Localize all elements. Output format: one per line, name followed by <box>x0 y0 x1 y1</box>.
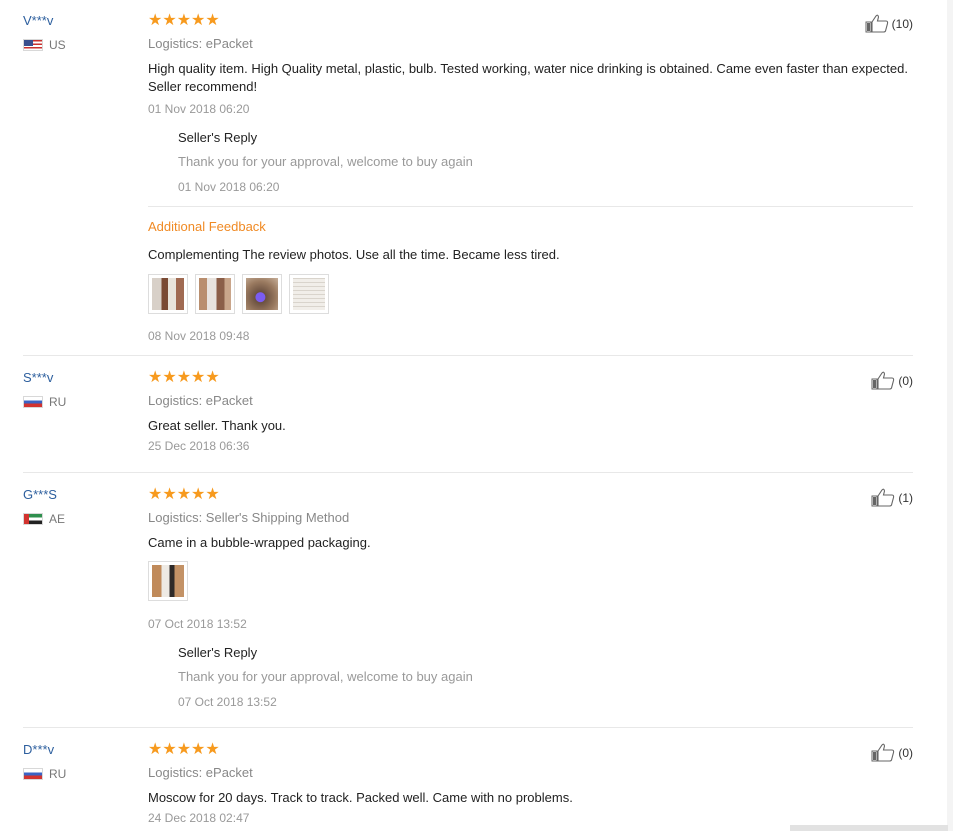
reviewer-country: RU <box>23 767 66 781</box>
logistics-label: Logistics: ePacket <box>148 393 253 408</box>
review-photo[interactable] <box>148 561 188 601</box>
star-rating: ★★★★★ <box>148 741 220 758</box>
review-date: 24 Dec 2018 02:47 <box>148 811 250 825</box>
seller-reply-date: 07 Oct 2018 13:52 <box>178 695 277 709</box>
seller-reply-title: Seller's Reply <box>178 130 258 145</box>
review-content: ★★★★★ Logistics: ePacket Moscow for 20 d… <box>148 742 913 826</box>
review-photo[interactable] <box>195 274 235 314</box>
country-code: US <box>49 38 66 52</box>
review-divider <box>23 472 913 473</box>
reviewer-country: AE <box>23 512 65 526</box>
logistics-label: Logistics: Seller's Shipping Method <box>148 510 350 525</box>
divider <box>148 206 913 207</box>
reviewer-name[interactable]: V***v <box>23 13 66 29</box>
reviewer-name[interactable]: S***v <box>23 370 66 386</box>
review-divider <box>23 355 913 356</box>
review-text: High quality item. High Quality metal, p… <box>148 61 908 94</box>
review-photo[interactable] <box>148 274 188 314</box>
reviewer-name[interactable]: G***S <box>23 487 65 503</box>
logistics-label: Logistics: ePacket <box>148 765 253 780</box>
ru-flag-icon <box>23 396 43 408</box>
star-rating: ★★★★★ <box>148 486 220 503</box>
reviewer-info: D***v RU <box>23 742 66 781</box>
review-text: Came in a bubble-wrapped packaging. <box>148 535 371 550</box>
review-divider <box>23 727 913 728</box>
country-code: RU <box>49 767 67 781</box>
scrollbar[interactable] <box>947 0 953 831</box>
country-code: AE <box>49 512 66 526</box>
review-date: 25 Dec 2018 06:36 <box>148 439 250 453</box>
review-content: ★★★★★ Logistics: ePacket High quality it… <box>148 13 913 344</box>
star-rating: ★★★★★ <box>148 369 220 386</box>
additional-feedback-text: Complementing The review photos. Use all… <box>148 247 560 262</box>
horizontal-scrollbar[interactable] <box>790 825 948 831</box>
review-photo[interactable] <box>242 274 282 314</box>
review-content: ★★★★★ Logistics: ePacket Great seller. T… <box>148 370 913 454</box>
additional-feedback-title: Additional Feedback <box>148 219 266 234</box>
reviewer-info: S***v RU <box>23 370 66 409</box>
review-photo[interactable] <box>289 274 329 314</box>
review-photos <box>148 274 913 314</box>
star-rating: ★★★★★ <box>148 12 220 29</box>
us-flag-icon <box>23 39 43 51</box>
seller-reply-title: Seller's Reply <box>178 645 258 660</box>
review-date: 01 Nov 2018 06:20 <box>148 102 250 116</box>
country-code: RU <box>49 395 67 409</box>
ae-flag-icon <box>23 513 43 525</box>
ru-flag-icon <box>23 768 43 780</box>
review-date: 07 Oct 2018 13:52 <box>148 617 247 631</box>
reviewer-name[interactable]: D***v <box>23 742 66 758</box>
reviewer-info: V***v US <box>23 13 66 52</box>
logistics-label: Logistics: ePacket <box>148 36 253 51</box>
reviewer-country: RU <box>23 395 66 409</box>
seller-reply-text: Thank you for your approval, welcome to … <box>178 669 473 684</box>
review-text: Great seller. Thank you. <box>148 418 286 433</box>
reviewer-country: US <box>23 38 66 52</box>
review-text: Moscow for 20 days. Track to track. Pack… <box>148 790 573 805</box>
reviewer-info: G***S AE <box>23 487 65 526</box>
seller-reply: Seller's Reply Thank you for your approv… <box>178 130 913 195</box>
additional-feedback-date: 08 Nov 2018 09:48 <box>148 329 250 343</box>
seller-reply: Seller's Reply Thank you for your approv… <box>178 645 913 710</box>
review-photos <box>148 561 913 601</box>
seller-reply-text: Thank you for your approval, welcome to … <box>178 154 473 169</box>
seller-reply-date: 01 Nov 2018 06:20 <box>178 180 280 194</box>
review-content: ★★★★★ Logistics: Seller's Shipping Metho… <box>148 487 913 710</box>
